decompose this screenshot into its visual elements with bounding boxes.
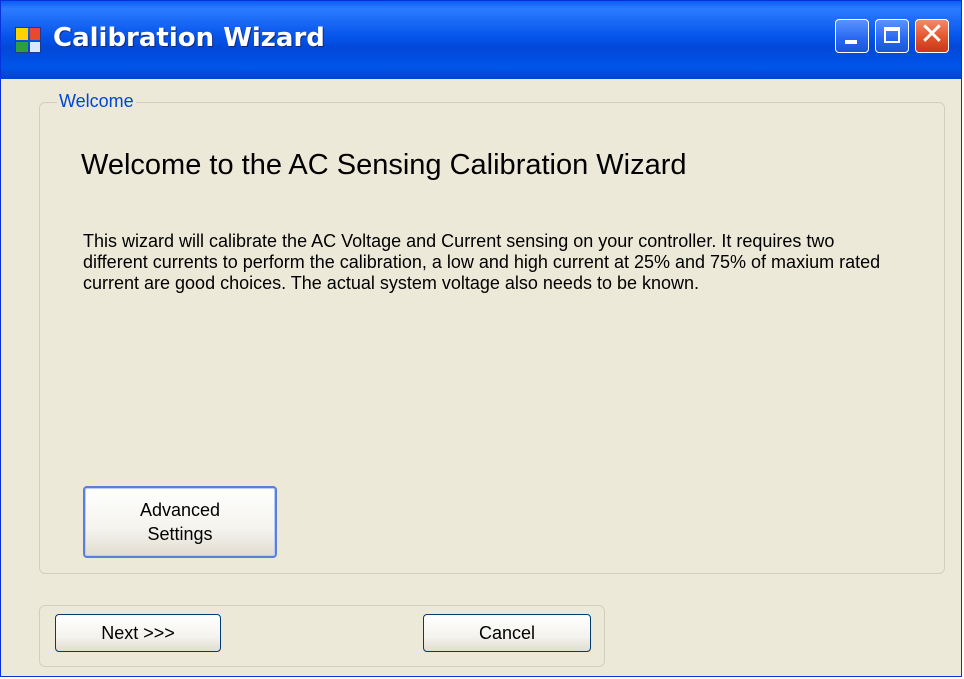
welcome-heading: Welcome to the AC Sensing Calibration Wi… (81, 149, 687, 181)
next-button[interactable]: Next >>> (55, 614, 221, 652)
wizard-description: This wizard will calibrate the AC Voltag… (83, 231, 881, 293)
maximize-icon (884, 27, 900, 43)
cancel-button[interactable]: Cancel (423, 614, 591, 652)
close-button[interactable]: ✕ (915, 17, 949, 53)
window-title: Calibration Wizard (53, 23, 325, 53)
calibration-wizard-window: Calibration Wizard ✕ Welcome Welcome to … (0, 0, 962, 677)
app-window-icon (15, 27, 41, 53)
minimize-button[interactable] (835, 19, 869, 53)
minimize-icon (845, 40, 857, 44)
groupbox-legend: Welcome (57, 91, 136, 112)
close-icon: ✕ (919, 17, 945, 52)
maximize-button[interactable] (875, 19, 909, 53)
title-bar[interactable]: Calibration Wizard ✕ (1, 1, 961, 79)
advanced-settings-button[interactable]: Advanced Settings (83, 486, 277, 558)
